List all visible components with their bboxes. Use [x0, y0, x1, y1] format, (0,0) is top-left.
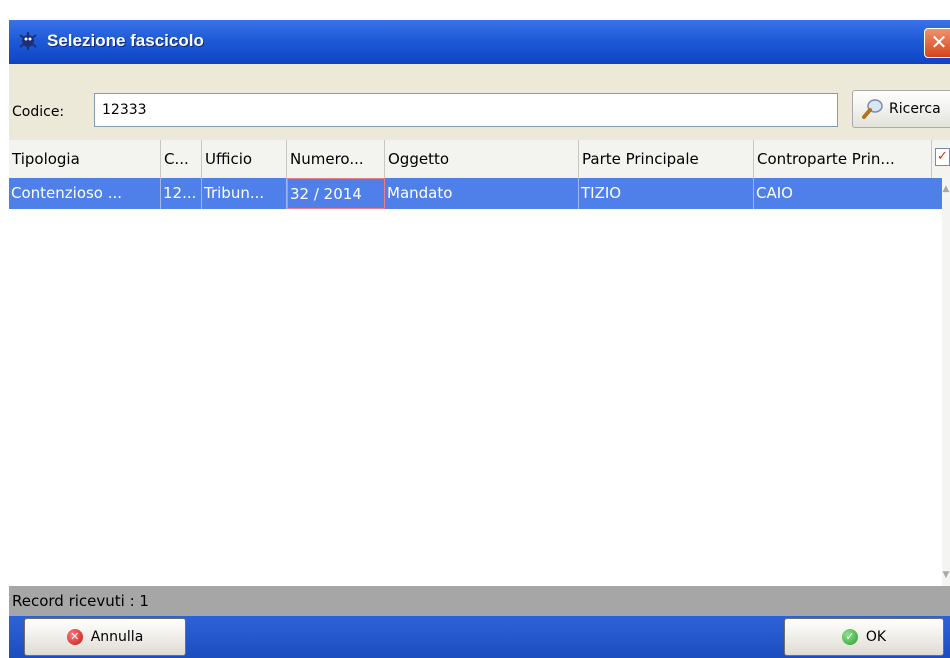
- cell-tipologia: Contenzioso ...: [9, 178, 161, 209]
- scroll-down-icon[interactable]: ▼: [942, 570, 950, 580]
- checkbox-list-icon[interactable]: ✓: [935, 148, 950, 166]
- status-bar: Record ricevuti : 1: [9, 586, 950, 616]
- results-grid: Tipologia C... Ufficio Numero... Oggetto…: [9, 140, 950, 586]
- cell-oggetto: Mandato: [385, 178, 579, 209]
- ricerca-button[interactable]: Ricerca: [852, 90, 950, 128]
- title-bar[interactable]: Selezione fascicolo ✕: [9, 20, 950, 64]
- search-bar: Codice: Ricerca: [9, 64, 950, 140]
- table-row[interactable]: Contenzioso ... 12... Tribun... 32 / 201…: [9, 178, 942, 209]
- app-icon: [19, 32, 37, 50]
- cell-codice: 12...: [161, 178, 202, 209]
- column-header-parte-principale[interactable]: Parte Principale: [579, 140, 754, 178]
- codice-input[interactable]: [94, 93, 838, 127]
- ok-button[interactable]: ✓ OK: [784, 618, 944, 656]
- dialog-window: Selezione fascicolo ✕ Codice: Ricerca Ti…: [9, 20, 950, 658]
- cell-controparte: CAIO: [756, 184, 793, 202]
- column-header-codice[interactable]: C...: [161, 140, 202, 178]
- cancel-icon: ✕: [66, 629, 83, 645]
- search-icon: [862, 99, 883, 119]
- grid-header: Tipologia C... Ufficio Numero... Oggetto…: [9, 140, 950, 179]
- record-count: Record ricevuti : 1: [12, 592, 149, 610]
- window-title: Selezione fascicolo: [47, 31, 204, 50]
- vertical-scrollbar[interactable]: ▲ ▼: [942, 178, 950, 586]
- column-header-tipologia[interactable]: Tipologia: [9, 140, 161, 178]
- cell-ufficio: Tribun...: [202, 178, 287, 209]
- annulla-label: Annulla: [90, 629, 144, 645]
- close-icon: ✕: [930, 30, 948, 54]
- codice-label: Codice:: [12, 104, 65, 120]
- close-button[interactable]: ✕: [924, 28, 950, 58]
- annulla-button[interactable]: ✕ Annulla: [24, 618, 186, 656]
- footer-bar: ✕ Annulla ✓ OK: [9, 616, 950, 658]
- cell-numero: 32 / 2014: [287, 178, 385, 209]
- column-header-oggetto[interactable]: Oggetto: [385, 140, 579, 178]
- check-icon: ✓: [841, 629, 858, 645]
- column-header-ufficio[interactable]: Ufficio: [202, 140, 287, 178]
- scroll-up-icon[interactable]: ▲: [942, 184, 950, 194]
- cell-parte-principale: TIZIO: [579, 178, 754, 209]
- column-header-controparte[interactable]: Controparte Prin...: [754, 140, 932, 178]
- column-header-numero[interactable]: Numero...: [287, 140, 385, 178]
- ok-label: OK: [865, 629, 887, 645]
- ricerca-label: Ricerca: [889, 101, 941, 117]
